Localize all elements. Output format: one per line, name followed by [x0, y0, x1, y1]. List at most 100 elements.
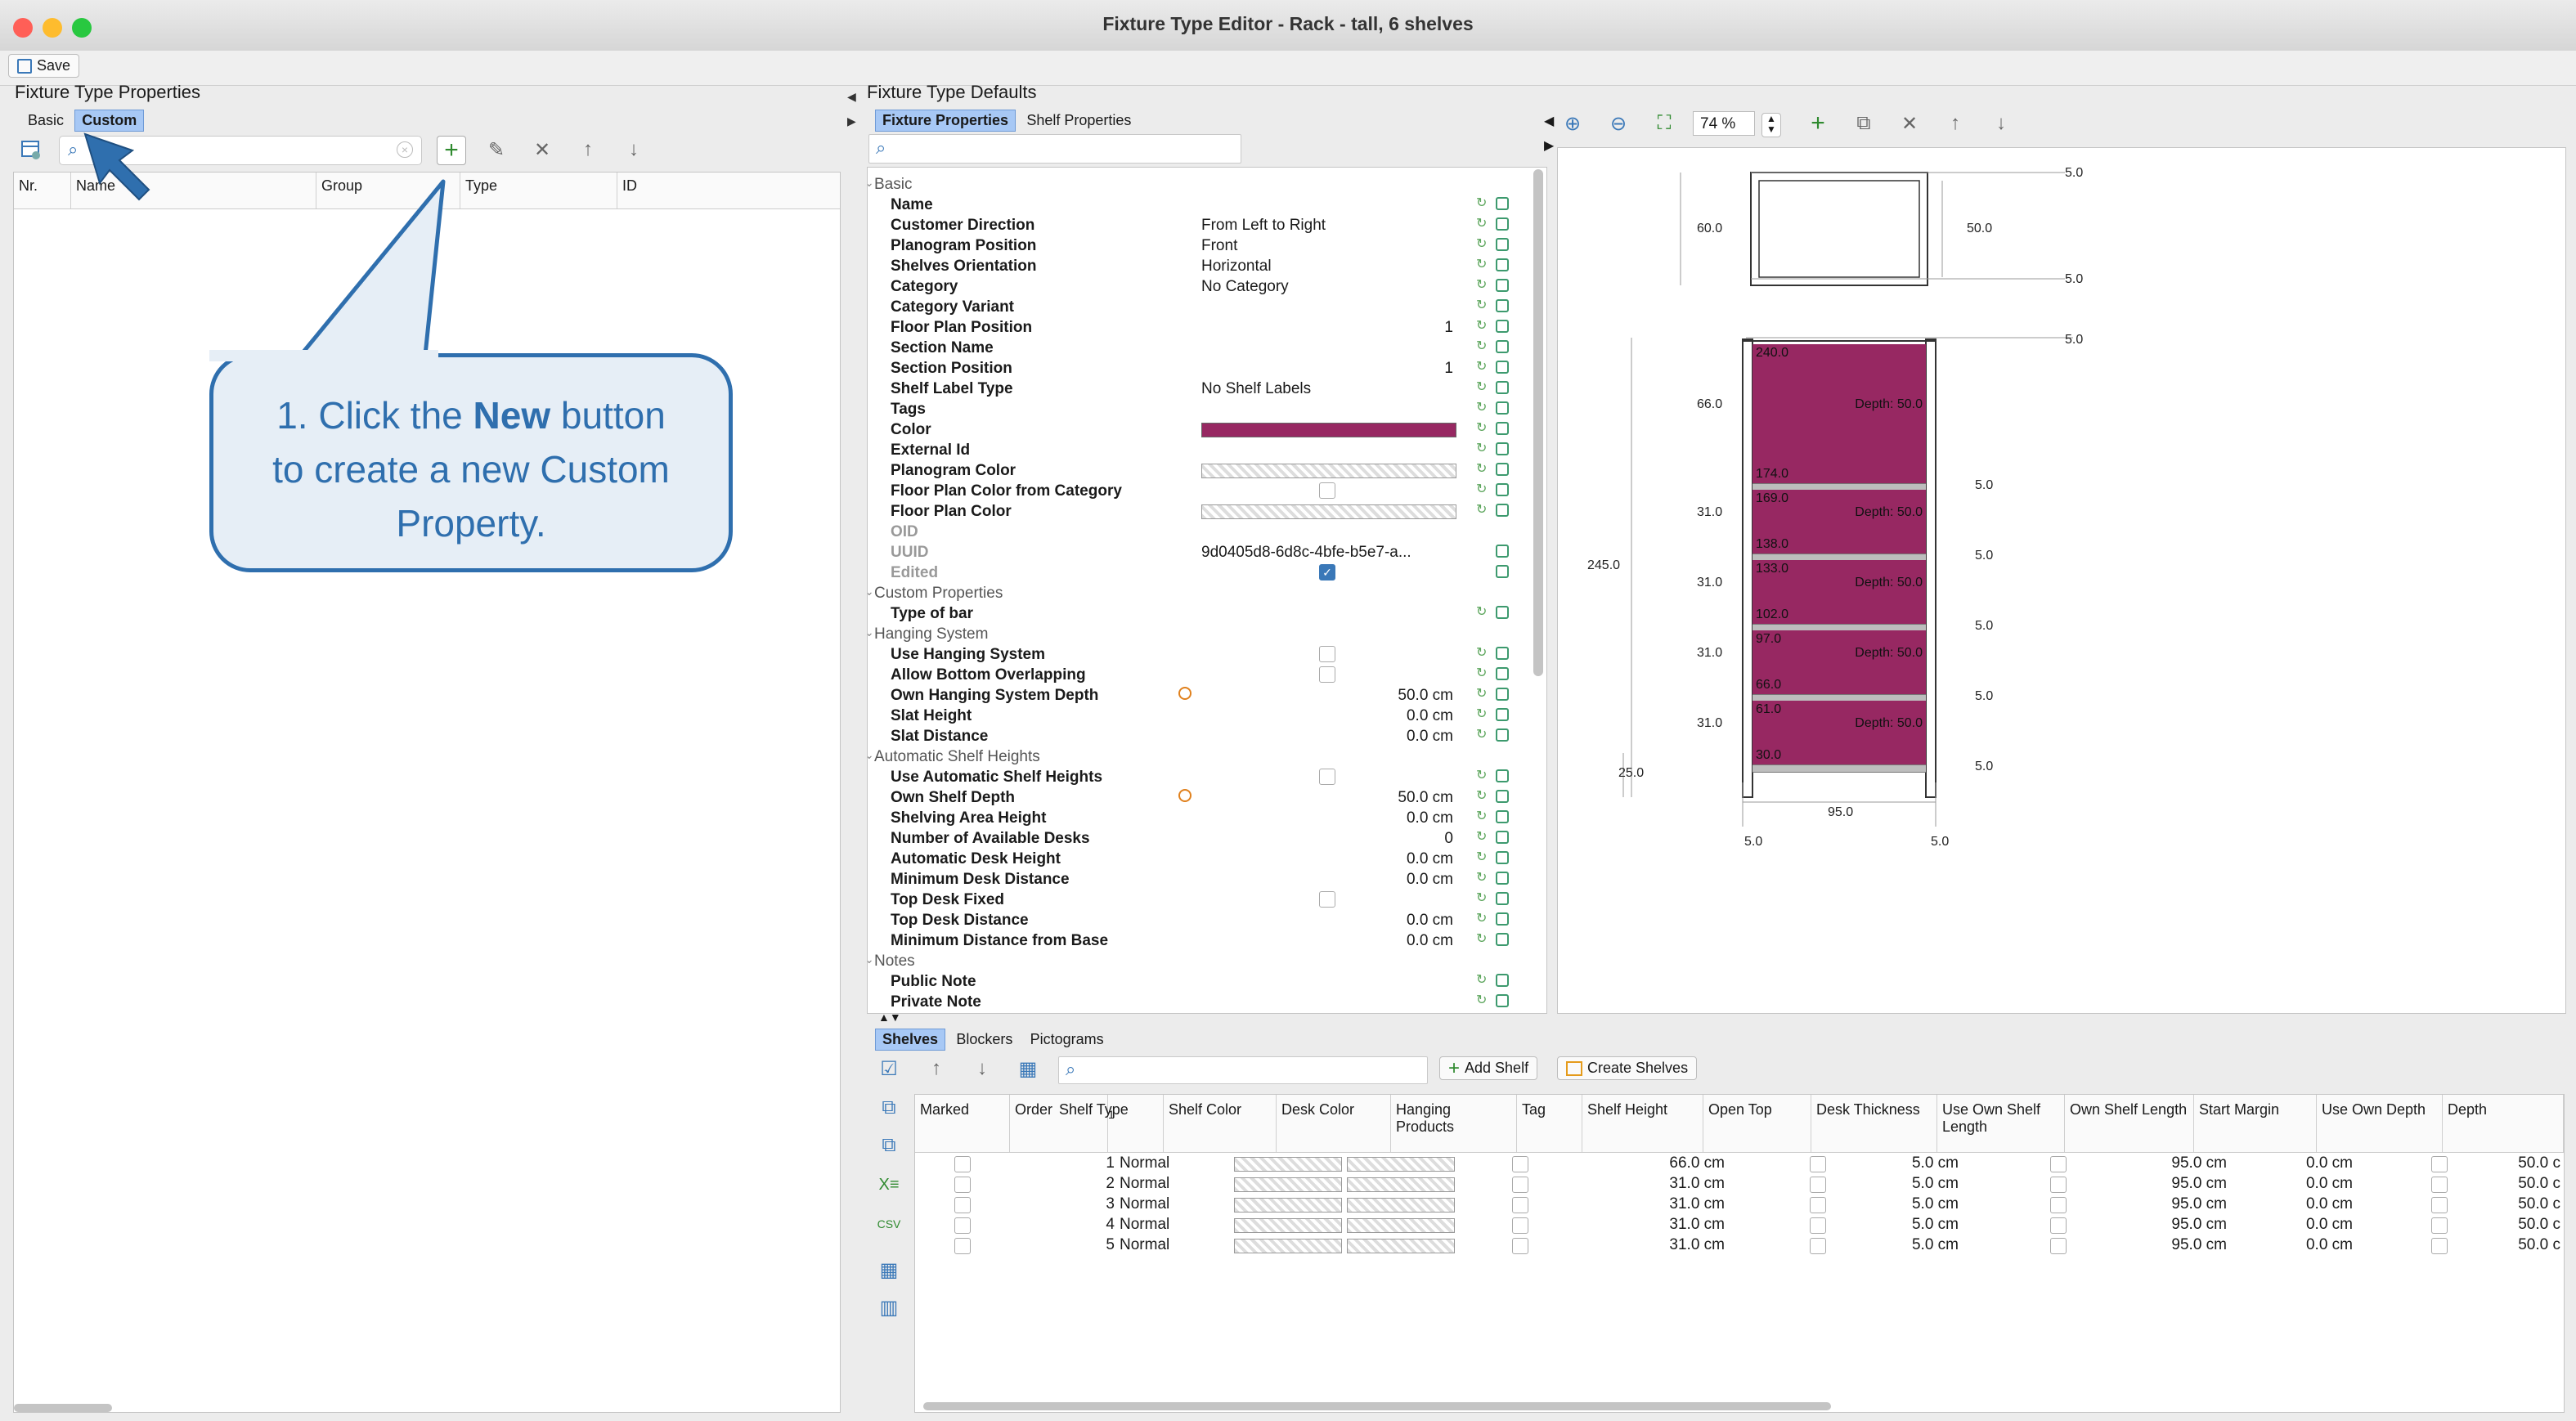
- tab-blockers[interactable]: Blockers: [949, 1029, 1019, 1050]
- open-top-checkbox[interactable]: [1810, 1238, 1826, 1254]
- desk-color-cell[interactable]: [1347, 1218, 1455, 1233]
- shelf-type-cell[interactable]: Normal: [1120, 1236, 1169, 1254]
- inherit-icon[interactable]: [1496, 258, 1509, 271]
- property-row[interactable]: Edited ✓: [868, 563, 1522, 583]
- shelf-height-cell[interactable]: 31.0 cm: [1627, 1216, 1725, 1234]
- tab-basic[interactable]: Basic: [21, 110, 70, 131]
- shelf-table-settings-button[interactable]: ▦: [1014, 1055, 1042, 1083]
- properties-scrollbar[interactable]: [1533, 169, 1543, 676]
- desk-thickness-cell[interactable]: 5.0 cm: [1864, 1195, 1959, 1213]
- duplicate-button[interactable]: ⧉: [1850, 110, 1878, 137]
- open-top-checkbox[interactable]: [1810, 1156, 1826, 1172]
- property-value[interactable]: 50.0 cm: [1398, 687, 1453, 705]
- new-property-button[interactable]: +: [437, 136, 466, 165]
- shelf-height-cell[interactable]: 31.0 cm: [1627, 1175, 1725, 1193]
- reset-default-icon[interactable]: ↻: [1476, 769, 1489, 782]
- col-shelf-color[interactable]: Shelf Color: [1164, 1095, 1277, 1152]
- shelf-color-cell[interactable]: [1234, 1198, 1342, 1213]
- table-settings-icon[interactable]: [16, 136, 44, 164]
- use-own-shelf-length-checkbox[interactable]: [2050, 1177, 2067, 1193]
- desk-color-cell[interactable]: [1347, 1157, 1455, 1172]
- property-row[interactable]: Own Shelf Depth 50.0 cm ↻: [868, 787, 1522, 808]
- property-value[interactable]: 1: [1444, 319, 1453, 337]
- reset-default-icon[interactable]: ↻: [1476, 442, 1489, 455]
- section-chevron-icon[interactable]: ⌄: [868, 748, 874, 762]
- reset-default-icon[interactable]: ↻: [1476, 688, 1489, 701]
- zoom-in-button[interactable]: ⊕: [1559, 110, 1586, 137]
- property-checkbox[interactable]: [1319, 769, 1335, 785]
- zoom-out-button[interactable]: ⊖: [1604, 110, 1632, 137]
- edit-property-button[interactable]: ✎: [482, 136, 510, 164]
- reset-default-icon[interactable]: ↻: [1476, 810, 1489, 823]
- property-value[interactable]: 0.0 cm: [1407, 809, 1453, 827]
- chart-button[interactable]: ▥: [875, 1293, 903, 1321]
- property-checkbox[interactable]: ✓: [1319, 564, 1335, 581]
- depth-cell[interactable]: 50.0 c: [2510, 1195, 2560, 1213]
- use-own-depth-checkbox[interactable]: [2431, 1238, 2448, 1254]
- property-value[interactable]: 50.0 cm: [1398, 789, 1453, 807]
- col-use-own-depth[interactable]: Use Own Depth: [2317, 1095, 2443, 1152]
- create-shelves-button[interactable]: Create Shelves: [1557, 1056, 1698, 1080]
- inherit-icon[interactable]: [1496, 545, 1509, 558]
- property-row[interactable]: Planogram Color ↻: [868, 460, 1522, 481]
- use-own-shelf-length-checkbox[interactable]: [2050, 1217, 2067, 1234]
- property-row[interactable]: Customer Direction From Left to Right ↻: [868, 215, 1522, 235]
- shelf-block[interactable]: 97.0 Depth: 50.0 66.0: [1752, 630, 1926, 694]
- property-checkbox[interactable]: [1319, 482, 1335, 499]
- reset-default-icon[interactable]: ↻: [1476, 647, 1489, 660]
- tab-pictograms[interactable]: Pictograms: [1024, 1029, 1111, 1050]
- inherit-icon[interactable]: [1496, 381, 1509, 394]
- move-down-preview-button[interactable]: ↓: [1987, 110, 2015, 137]
- reset-default-icon[interactable]: ↻: [1476, 994, 1489, 1007]
- property-value[interactable]: From Left to Right: [1201, 217, 1326, 235]
- property-value[interactable]: 0.0 cm: [1407, 728, 1453, 746]
- property-value[interactable]: No Category: [1201, 278, 1289, 296]
- col-use-own-shelf-length[interactable]: Use Own Shelf Length: [1937, 1095, 2065, 1152]
- desk-color-cell[interactable]: [1347, 1177, 1455, 1192]
- hanging-products-checkbox[interactable]: [1512, 1177, 1528, 1193]
- property-value[interactable]: No Shelf Labels: [1201, 380, 1311, 398]
- fit-to-view-button[interactable]: ⛶: [1650, 110, 1678, 137]
- section-chevron-icon[interactable]: ⌄: [868, 625, 874, 639]
- shelf-down-button[interactable]: ↓: [968, 1055, 996, 1083]
- desk-color-cell[interactable]: [1347, 1198, 1455, 1213]
- reset-default-icon[interactable]: ↻: [1476, 238, 1489, 251]
- table-row[interactable]: 4 Normal 31.0 cm 5.0 cm 95.0 cm 0.0 cm 50.0 c: [915, 1215, 2564, 1235]
- property-row[interactable]: Use Automatic Shelf Heights ↻: [868, 767, 1522, 787]
- col-hanging-products[interactable]: Hanging Products: [1391, 1095, 1517, 1152]
- table-row[interactable]: 5 Normal 31.0 cm 5.0 cm 95.0 cm 0.0 cm 50.0 c: [915, 1235, 2564, 1256]
- inherit-icon[interactable]: [1496, 483, 1509, 496]
- inherit-icon[interactable]: [1496, 851, 1509, 864]
- inherit-icon[interactable]: [1496, 667, 1509, 680]
- property-value[interactable]: 0.0 cm: [1407, 912, 1453, 930]
- property-row[interactable]: Slat Distance 0.0 cm ↻: [868, 726, 1522, 746]
- copy-button[interactable]: ⧉: [875, 1094, 903, 1122]
- inherit-icon[interactable]: [1496, 504, 1509, 517]
- inherit-icon[interactable]: [1496, 217, 1509, 231]
- reset-default-icon[interactable]: ↻: [1476, 381, 1489, 394]
- property-row[interactable]: Minimum Desk Distance 0.0 cm ↻: [868, 869, 1522, 890]
- inherit-icon[interactable]: [1496, 769, 1509, 782]
- zoom-stepper[interactable]: ▲ ▼: [1761, 113, 1781, 137]
- property-row[interactable]: Private Note ↻: [868, 992, 1522, 1012]
- use-own-shelf-length-checkbox[interactable]: [2050, 1238, 2067, 1254]
- reset-default-icon[interactable]: ↻: [1476, 422, 1489, 435]
- property-row[interactable]: Use Hanging System ↻: [868, 644, 1522, 665]
- property-row[interactable]: Color ↻: [868, 419, 1522, 440]
- desk-thickness-cell[interactable]: 5.0 cm: [1864, 1175, 1959, 1193]
- shelf-block[interactable]: 133.0 Depth: 50.0 102.0: [1752, 560, 1926, 624]
- move-up-button[interactable]: ↑: [574, 136, 602, 164]
- reset-default-icon[interactable]: ↻: [1476, 197, 1489, 210]
- color-pattern[interactable]: [1201, 464, 1456, 478]
- shelf-desk[interactable]: [1752, 764, 1926, 773]
- col-nr[interactable]: Nr.: [14, 173, 71, 208]
- preview-collapse-icon[interactable]: ◀: [1544, 113, 1554, 129]
- inherit-icon[interactable]: [1496, 994, 1509, 1007]
- shelf-height-cell[interactable]: 66.0 cm: [1627, 1154, 1725, 1172]
- depth-cell[interactable]: 50.0 c: [2510, 1154, 2560, 1172]
- reset-default-icon[interactable]: ↻: [1476, 299, 1489, 312]
- zoom-level-field[interactable]: 74 %: [1693, 111, 1755, 136]
- property-checkbox[interactable]: [1319, 666, 1335, 683]
- inherit-icon[interactable]: [1496, 974, 1509, 987]
- property-row[interactable]: Shelving Area Height 0.0 cm ↻: [868, 808, 1522, 828]
